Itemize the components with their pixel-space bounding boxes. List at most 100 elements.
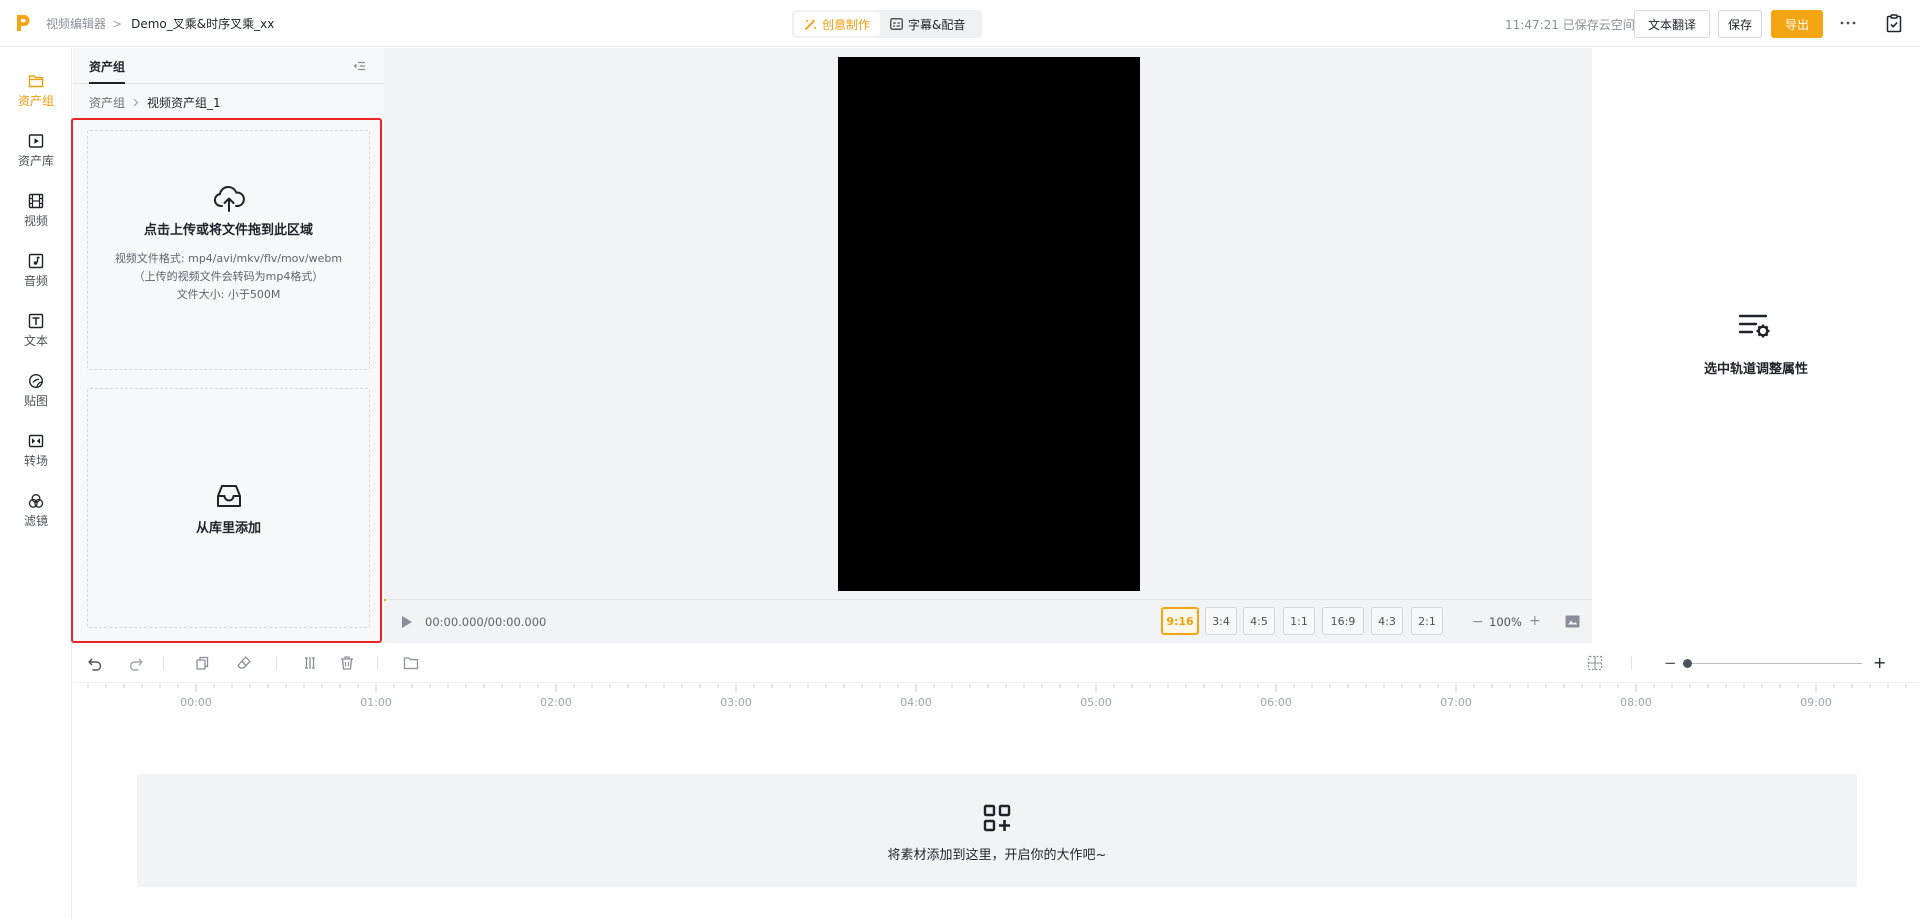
ratio-9-16-button[interactable]: 9:16 [1161, 607, 1199, 635]
upload-note: （上传的视频文件会转码为mp4格式） [133, 270, 324, 283]
sidebar-item-filter[interactable]: 滤镜 [0, 476, 72, 532]
sidebar-item-asset-library[interactable]: 资产库 [0, 116, 72, 172]
asset-breadcrumb-current: 视频资产组_1 [147, 96, 221, 110]
play-icon[interactable] [400, 614, 414, 630]
toolbar-divider [163, 656, 164, 670]
snap-grid-icon[interactable] [1587, 655, 1603, 671]
eraser-icon[interactable] [236, 655, 252, 671]
asset-breadcrumb: 资产组 视频资产组_1 [89, 94, 221, 111]
sidebar-item-transition[interactable]: 转场 [0, 416, 72, 472]
active-tab-indicator [89, 82, 125, 84]
fit-screen-icon[interactable] [1565, 615, 1580, 628]
sidebar-item-audio[interactable]: 音频 [0, 236, 72, 292]
ruler-label: 01:00 [360, 696, 392, 709]
ruler-label: 02:00 [540, 696, 572, 709]
asset-tabs: 资产组 [73, 48, 384, 84]
add-from-library-card[interactable]: 从库里添加 [87, 388, 370, 628]
timeline-zoom-slider[interactable] [1687, 663, 1862, 664]
track-area: 将素材添加到这里，开启你的大作吧~ [73, 714, 1920, 919]
playhead-marker [384, 599, 386, 601]
upload-size-limit: 文件大小: 小于500M [176, 288, 281, 301]
upload-title: 点击上传或将文件拖到此区域 [143, 223, 313, 238]
sidebar-item-video[interactable]: 视频 [0, 176, 72, 232]
magic-wand-icon [804, 18, 817, 31]
track-settings-icon [1738, 313, 1772, 341]
transition-icon [28, 433, 44, 449]
ruler-label: 04:00 [900, 696, 932, 709]
music-icon [28, 253, 44, 269]
more-horizontal-icon[interactable] [1838, 16, 1858, 30]
preview-area: 00:00.000/00:00.000 9:16 3:4 4:5 1:1 16:… [384, 48, 1592, 643]
mode-switch: 创意制作 字幕&配音 [792, 10, 982, 38]
tab-subtitle-label: 字幕&配音 [908, 17, 966, 32]
timecode: 00:00.000/00:00.000 [425, 615, 547, 629]
preview-zoom-value: 100% [1489, 615, 1522, 629]
save-button[interactable]: 保存 [1718, 10, 1762, 38]
timeline-zoom-out-button[interactable]: − [1664, 654, 1677, 672]
collapse-panel-icon[interactable] [351, 58, 367, 74]
sidebar-item-label: 资产组 [17, 94, 54, 108]
ratio-16-9-button[interactable]: 16:9 [1322, 607, 1364, 635]
folder-icon [28, 73, 44, 89]
timeline-drop-zone[interactable]: 将素材添加到这里，开启你的大作吧~ [137, 774, 1857, 887]
sidebar-item-sticker[interactable]: 贴图 [0, 356, 72, 412]
ratio-2-1-button[interactable]: 2:1 [1411, 607, 1443, 635]
timeline-zoom-knob[interactable] [1683, 659, 1692, 668]
redo-icon[interactable] [128, 655, 144, 671]
ruler-label: 06:00 [1260, 696, 1292, 709]
save-status: 11:47:21 已保存云空间 [1505, 18, 1635, 32]
ratio-4-3-button[interactable]: 4:3 [1371, 607, 1403, 635]
tab-subtitle-dubbing[interactable]: 字幕&配音 [880, 12, 975, 36]
tab-asset-group[interactable]: 资产组 [89, 58, 125, 75]
copy-icon[interactable] [194, 655, 210, 671]
toolbar-divider [1631, 656, 1632, 670]
asset-breadcrumb-root[interactable]: 资产组 [89, 94, 125, 111]
project-name[interactable]: Demo_叉乘&时序叉乘_xx [131, 15, 274, 32]
sidebar-item-asset-group[interactable]: 资产组 [0, 56, 72, 112]
library-title: 从库里添加 [195, 521, 261, 536]
preview-zoom-in-button[interactable]: + [1529, 613, 1541, 629]
sidebar-item-label: 音频 [23, 274, 48, 288]
translate-button[interactable]: 文本翻译 [1634, 10, 1710, 38]
timeline-ruler[interactable]: 00:00 01:00 02:00 03:00 04:00 05:00 06:0… [73, 684, 1920, 714]
filter-icon [28, 493, 44, 509]
text-icon [28, 313, 44, 329]
sidebar-item-label: 视频 [23, 214, 48, 228]
properties-hint: 选中轨道调整属性 [1703, 362, 1808, 377]
video-canvas[interactable] [838, 57, 1140, 591]
ratio-1-1-button[interactable]: 1:1 [1283, 607, 1315, 635]
top-header: 视频编辑器 > Demo_叉乘&时序叉乘_xx 创意制作 字幕&配音 11:47… [0, 0, 1920, 47]
ruler-label: 09:00 [1800, 696, 1832, 709]
ruler-label: 07:00 [1440, 696, 1472, 709]
ruler-label: 08:00 [1620, 696, 1652, 709]
tab-creative-label: 创意制作 [822, 17, 871, 32]
ruler-ticks [87, 684, 1907, 692]
export-button[interactable]: 导出 [1771, 10, 1823, 38]
ruler-label: 03:00 [720, 696, 752, 709]
clipboard-check-icon[interactable] [1884, 13, 1904, 33]
delete-icon[interactable] [339, 655, 355, 671]
ratio-4-5-button[interactable]: 4:5 [1243, 607, 1275, 635]
folder-outline-icon[interactable] [403, 655, 419, 671]
breadcrumb-root[interactable]: 视频编辑器 [46, 15, 106, 32]
breadcrumb-separator: > [112, 16, 123, 31]
app-logo-icon[interactable] [14, 13, 32, 33]
cloud-upload-icon [213, 185, 245, 213]
inbox-icon [215, 483, 243, 509]
upload-formats: 视频文件格式: mp4/avi/mkv/flv/mov/webm [114, 252, 343, 265]
preview-controls: 00:00.000/00:00.000 9:16 3:4 4:5 1:1 16:… [384, 599, 1592, 643]
timeline-empty-hint: 将素材添加到这里，开启你的大作吧~ [887, 848, 1107, 863]
film-icon [28, 193, 44, 209]
sidebar-item-label: 资产库 [17, 154, 54, 168]
left-sidebar: 资产组 资产库 视频 音频 文本 贴图 转场 滤镜 [0, 48, 72, 919]
tab-creative[interactable]: 创意制作 [794, 12, 881, 36]
toolbar-divider [377, 656, 378, 670]
split-icon[interactable] [302, 655, 318, 671]
asset-panel: 资产组 资产组 视频资产组_1 点击上传或将文件拖到此区域 视频文件格式: mp… [71, 48, 384, 643]
timeline-zoom-in-button[interactable]: + [1873, 653, 1886, 672]
upload-dropzone[interactable]: 点击上传或将文件拖到此区域 视频文件格式: mp4/avi/mkv/flv/mo… [87, 130, 370, 370]
ratio-3-4-button[interactable]: 3:4 [1205, 607, 1237, 635]
preview-zoom-out-button[interactable]: − [1472, 614, 1484, 630]
undo-icon[interactable] [87, 655, 103, 671]
sidebar-item-text[interactable]: 文本 [0, 296, 72, 352]
